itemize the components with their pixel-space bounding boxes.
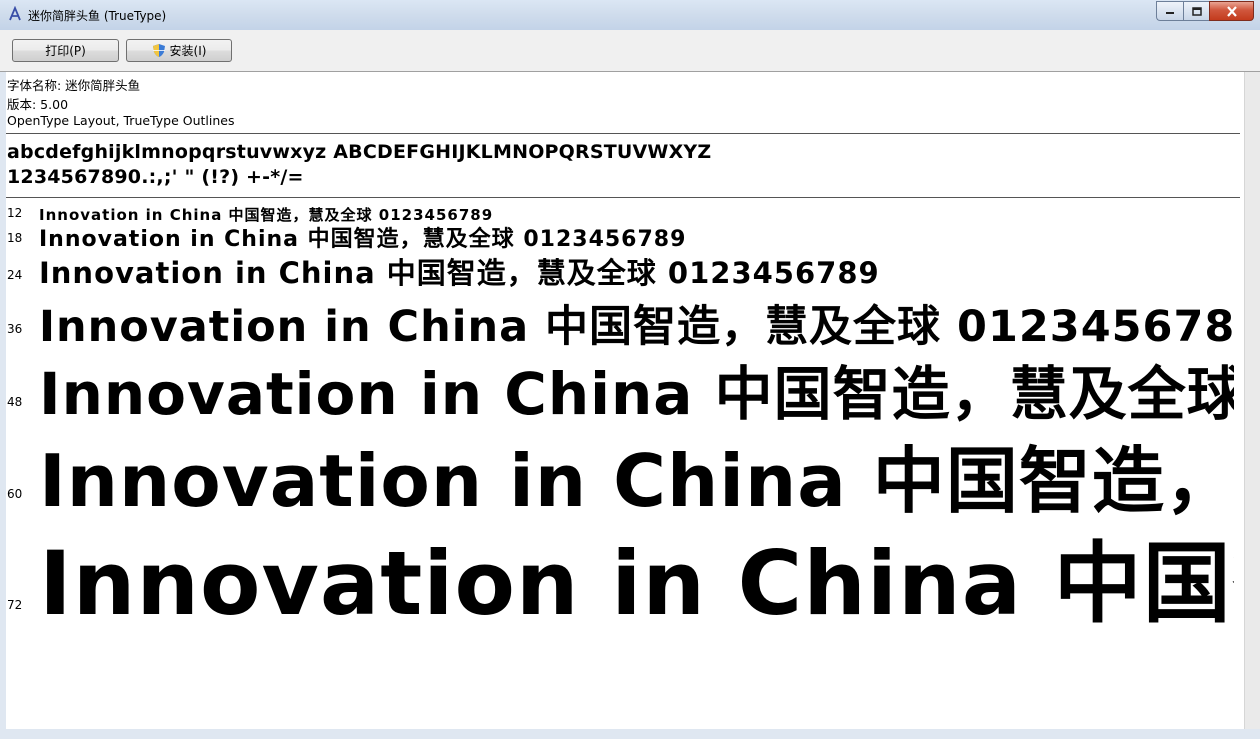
title-bar[interactable]: 迷你简胖头鱼 (TrueType): [0, 0, 1260, 30]
sample-row-72: 72 Innovation in China 中国智造，慧及全球 0123456…: [6, 202, 1234, 635]
sample-list: 12 Innovation in China 中国智造，慧及全球 0123456…: [6, 202, 1234, 729]
charset-letters: abcdefghijklmnopqrstuvwxyz ABCDEFGHIJKLM…: [7, 141, 712, 163]
install-button-label: 安装(I): [169, 44, 207, 58]
minimize-button[interactable]: [1156, 1, 1183, 21]
size-label: 18: [7, 231, 23, 245]
toolbar: 打印(P) 安装(I): [0, 30, 1260, 72]
minimize-icon: [1166, 12, 1174, 14]
font-preview-pane[interactable]: 字体名称: 迷你简胖头鱼 版本: 5.00 OpenType Layout, T…: [6, 72, 1246, 729]
size-label: 36: [7, 322, 23, 336]
window-controls: [1156, 1, 1254, 21]
close-button[interactable]: [1209, 1, 1254, 21]
charset-symbols: 1234567890.:,;' " (!?) +-*/=: [7, 166, 304, 188]
close-icon: [1226, 5, 1237, 17]
sample-text: Innovation in China 中国智造，慧及全球 0123456789: [39, 360, 1234, 428]
install-button[interactable]: 安装(I): [126, 39, 232, 62]
sample-text: Innovation in China 中国智造，慧及全球 0123456789: [39, 227, 687, 252]
vertical-scrollbar[interactable]: [1244, 72, 1260, 729]
divider: [6, 197, 1240, 198]
font-version-line: 版本: 5.00: [7, 97, 69, 112]
window-frame-bottom: [0, 729, 1260, 739]
size-label: 60: [7, 487, 23, 501]
print-button[interactable]: 打印(P): [12, 39, 119, 62]
divider: [6, 133, 1240, 134]
size-label: 12: [7, 206, 23, 220]
sample-text: Innovation in China 中国智造，慧及全球 0123456789: [39, 302, 1234, 352]
size-label: 72: [7, 598, 23, 612]
maximize-button[interactable]: [1183, 1, 1209, 21]
font-app-icon: [9, 6, 21, 21]
print-button-label: 打印(P): [45, 44, 86, 58]
size-label: 48: [7, 395, 23, 409]
maximize-icon: [1191, 6, 1202, 16]
font-outline-line: OpenType Layout, TrueType Outlines: [7, 113, 235, 128]
sample-text: Innovation in China 中国智造，慧及全球 0123456789: [39, 439, 1234, 523]
window-title: 迷你简胖头鱼 (TrueType): [28, 9, 167, 23]
sample-text: Innovation in China 中国智造，慧及全球 0123456789: [39, 256, 880, 290]
shield-icon: [152, 44, 165, 57]
font-name-line: 字体名称: 迷你简胖头鱼: [7, 78, 141, 93]
size-label: 24: [7, 268, 23, 282]
sample-text: Innovation in China 中国智造，慧及全球 0123456789: [39, 532, 1234, 635]
